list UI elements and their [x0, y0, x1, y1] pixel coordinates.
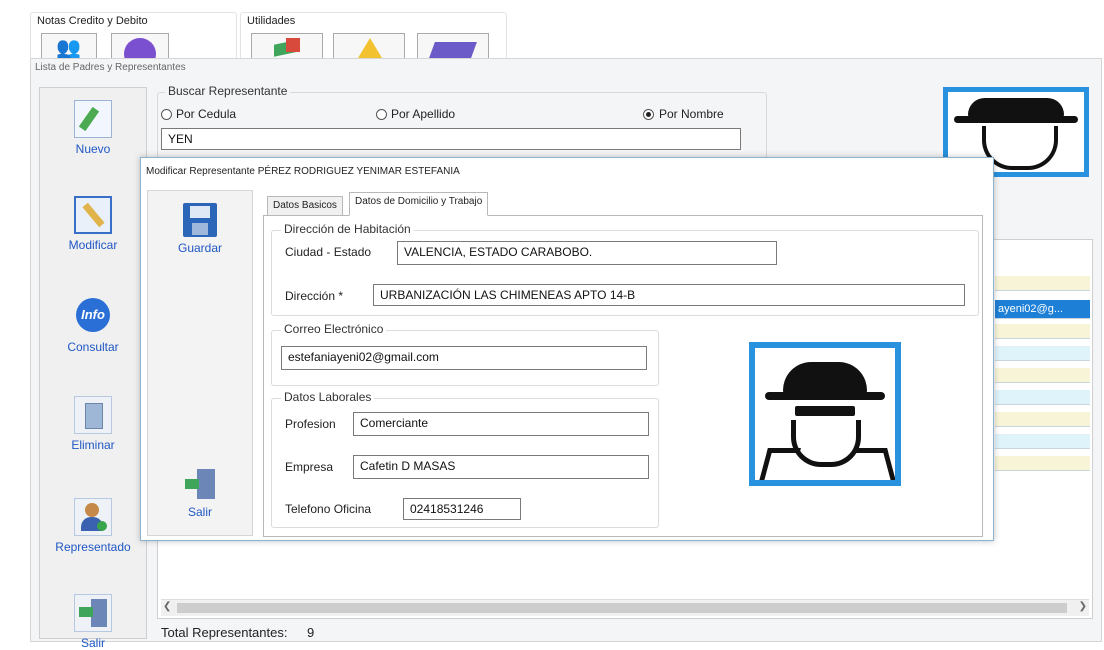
- telefono-field[interactable]: 02418531246: [403, 498, 521, 520]
- representado-button[interactable]: Representado: [40, 498, 146, 554]
- nuevo-label: Nuevo: [75, 142, 111, 156]
- user-badge-icon: [74, 498, 112, 536]
- eliminar-label: Eliminar: [71, 438, 115, 452]
- guardar-label: Guardar: [177, 241, 223, 255]
- radio-por-cedula[interactable]: [161, 109, 172, 120]
- recycle-bin-icon: [74, 396, 112, 434]
- profesion-field[interactable]: Comerciante: [353, 412, 649, 436]
- scroll-thumb[interactable]: [177, 603, 1067, 613]
- search-group-title: Buscar Representante: [165, 84, 291, 98]
- avatar-photo: [749, 342, 901, 486]
- consultar-button[interactable]: Info Consultar: [40, 298, 146, 354]
- guardar-button[interactable]: Guardar: [148, 203, 252, 255]
- modificar-button[interactable]: Modificar: [40, 196, 146, 252]
- radio-por-apellido[interactable]: [376, 109, 387, 120]
- floppy-disk-icon: [183, 203, 217, 237]
- dialog-salir-button[interactable]: Salir: [148, 467, 252, 519]
- edit-pencil-icon: [74, 196, 112, 234]
- total-value: 9: [307, 625, 315, 640]
- tab-datos-domicilio[interactable]: Datos de Domicilio y Trabajo: [349, 192, 489, 216]
- utility-folder-icon[interactable]: [417, 33, 489, 60]
- modificar-dialog: Modificar Representante PÉREZ RODRIGUEZ …: [140, 157, 994, 541]
- notes-circle-icon[interactable]: [111, 33, 169, 70]
- telefono-label: Telefono Oficina: [285, 502, 372, 516]
- empresa-field[interactable]: Cafetin D MASAS: [353, 455, 649, 479]
- grid-row[interactable]: [995, 346, 1090, 361]
- lista-salir-label: Salir: [80, 636, 105, 650]
- search-input[interactable]: YEN: [161, 128, 741, 150]
- toolbar-group-notas-label: Notas Credito y Debito: [37, 15, 148, 27]
- ciudad-field[interactable]: VALENCIA, ESTADO CARABOBO.: [397, 241, 777, 265]
- toolbar-group-notas: Notas Credito y Debito 👥: [30, 12, 237, 70]
- consultar-label: Consultar: [67, 340, 119, 354]
- grid-row[interactable]: [995, 276, 1090, 291]
- utility-warning-icon[interactable]: [333, 33, 405, 60]
- scroll-right-arrow[interactable]: ❯: [1079, 601, 1087, 612]
- nuevo-button[interactable]: Nuevo: [40, 100, 146, 156]
- scroll-left-arrow[interactable]: ❮: [163, 601, 171, 612]
- eliminar-button[interactable]: Eliminar: [40, 396, 146, 452]
- tab-datos-basicos[interactable]: Datos Basicos: [267, 196, 343, 216]
- correo-field[interactable]: estefaniayeni02@gmail.com: [281, 346, 647, 370]
- notes-people-icon[interactable]: 👥: [41, 33, 97, 59]
- radio-por-cedula-label: Por Cedula: [176, 107, 237, 121]
- dialog-sidebar: Guardar Salir: [147, 190, 253, 536]
- dialog-title: Modificar Representante PÉREZ RODRIGUEZ …: [146, 166, 460, 177]
- empresa-label: Empresa: [285, 460, 334, 474]
- laborales-group-title: Datos Laborales: [281, 390, 375, 404]
- grid-row[interactable]: [995, 456, 1090, 471]
- grid-row-selected[interactable]: ayeni02@g...: [995, 300, 1090, 319]
- exit-door-icon: [74, 594, 112, 632]
- grid-scrollbar[interactable]: ❮ ❯: [161, 599, 1089, 616]
- toolbar-group-utilidades: Utilidades: [240, 12, 507, 60]
- representado-label: Representado: [55, 540, 131, 554]
- lista-sidebar: Nuevo Modificar Info Consultar Eliminar: [39, 87, 147, 650]
- grid-row[interactable]: [995, 390, 1090, 405]
- dialog-salir-label: Salir: [187, 505, 212, 519]
- toolbar-group-utilidades-label: Utilidades: [247, 15, 296, 27]
- grid-row[interactable]: [995, 434, 1090, 449]
- grid-row[interactable]: [995, 324, 1090, 339]
- exit-door-icon: [183, 467, 217, 501]
- radio-por-nombre[interactable]: [643, 109, 654, 120]
- modificar-label: Modificar: [68, 238, 118, 252]
- radio-por-nombre-label: Por Nombre: [659, 107, 724, 121]
- lista-window-title: Lista de Padres y Representantes: [35, 62, 186, 73]
- profesion-label: Profesion: [285, 417, 336, 431]
- direccion-label: Dirección *: [285, 289, 344, 303]
- grid-row[interactable]: [995, 368, 1090, 383]
- total-label: Total Representantes:: [161, 625, 288, 640]
- info-icon: Info: [74, 298, 112, 336]
- habitacion-group-title: Dirección de Habitación: [281, 222, 414, 236]
- notepad-pencil-icon: [74, 100, 112, 138]
- ciudad-label: Ciudad - Estado: [285, 245, 372, 259]
- direccion-field[interactable]: URBANIZACIÓN LAS CHIMENEAS APTO 14-B: [373, 284, 965, 306]
- utility-chart-icon[interactable]: [251, 33, 323, 60]
- email-cell: ayeni02@g...: [998, 303, 1063, 315]
- radio-por-apellido-label: Por Apellido: [391, 107, 456, 121]
- correo-group-title: Correo Electrónico: [281, 322, 387, 336]
- grid-row[interactable]: [995, 412, 1090, 427]
